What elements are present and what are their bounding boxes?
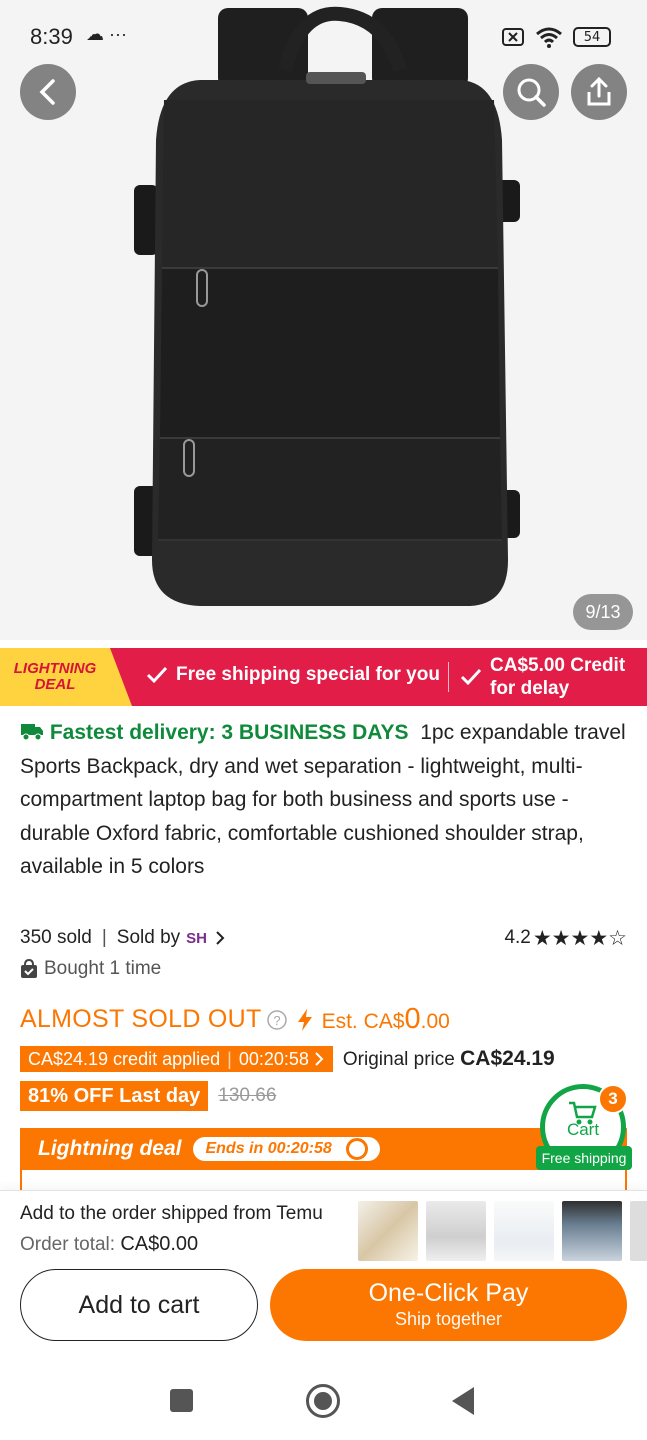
- sold-count: 350 sold: [20, 927, 92, 948]
- thumbnail-item[interactable]: [358, 1201, 418, 1261]
- thumbnail-item[interactable]: [630, 1201, 647, 1261]
- credit-applied: CA$24.19 credit applied: [28, 1048, 221, 1069]
- chevron-left-icon: [39, 79, 55, 105]
- bought-text: Bought 1 time: [44, 958, 162, 979]
- original-price: Original price CA$24.19: [343, 1047, 555, 1071]
- order-total-value: CA$0.00: [120, 1233, 199, 1255]
- credit-line2: for delay: [490, 678, 570, 699]
- original-price-value: CA$24.19: [460, 1047, 555, 1070]
- divider: |: [101, 927, 107, 948]
- lightning-deal-badge: LIGHTNING DEAL: [0, 648, 132, 706]
- sold-row: 350 sold | Sold by SH 4.2 ★★★★☆: [20, 926, 627, 950]
- cloud-icon: ☁ ···: [86, 24, 127, 44]
- lightning-deal-timer: Ends in 00:20:58: [193, 1137, 380, 1161]
- discount-row: 81% OFF Last day 130.66: [20, 1081, 276, 1111]
- recents-icon[interactable]: [170, 1389, 193, 1412]
- lightning-icon: [297, 1008, 312, 1031]
- fastest-delivery: Fastest delivery: 3 BUSINESS DAYS: [49, 721, 409, 744]
- star-rating-icon: ★★★★☆: [532, 926, 627, 950]
- badge-line2: DEAL: [34, 676, 76, 693]
- order-total: Order total: CA$0.00: [20, 1233, 198, 1256]
- status-time: 8:39: [30, 24, 73, 49]
- est-cents: .00: [420, 1010, 450, 1033]
- lightning-deal-title: Lightning deal: [38, 1137, 182, 1160]
- status-icons: 54: [501, 26, 611, 48]
- shopping-bag-icon: [21, 959, 37, 978]
- stock-row: ALMOST SOLD OUT ? Est. CA$ 0.00: [20, 1003, 450, 1036]
- wifi-icon: [536, 27, 562, 48]
- rating-value: 4.2: [504, 927, 531, 948]
- almost-sold-out: ALMOST SOLD OUT: [20, 1005, 262, 1033]
- check-icon: [146, 666, 168, 684]
- thumbnail-item[interactable]: [562, 1201, 622, 1261]
- cart-label: Cart: [566, 1120, 600, 1139]
- home-icon[interactable]: [306, 1384, 340, 1418]
- svg-text:?: ?: [273, 1013, 280, 1028]
- add-to-cart-button[interactable]: Add to cart: [20, 1269, 258, 1341]
- seller-logo[interactable]: SH: [186, 930, 207, 947]
- product-title: Fastest delivery: 3 BUSINESS DAYS 1pc ex…: [20, 716, 626, 884]
- free-shipping-text: Free shipping special for you: [176, 664, 440, 685]
- credit-promo: CA$5.00 Credit for delay: [460, 654, 625, 700]
- question-icon[interactable]: ?: [266, 1009, 288, 1031]
- est-prefix: Est. CA$: [321, 1010, 405, 1033]
- one-click-pay-button[interactable]: One-Click Pay Ship together: [270, 1269, 627, 1341]
- order-thumbnails[interactable]: [358, 1201, 647, 1261]
- credit-line1: CA$5.00 Credit: [490, 655, 626, 676]
- search-button[interactable]: [503, 64, 559, 120]
- thumbnail-item[interactable]: [426, 1201, 486, 1261]
- ship-from-text: Add to the order shipped from Temu: [20, 1203, 323, 1224]
- status-bar: 8:39 ☁ ··· 54: [0, 0, 647, 72]
- pill-divider: |: [227, 1048, 232, 1069]
- ends-text: Ends in 00:20:58: [205, 1140, 332, 1157]
- est-big: 0: [404, 1003, 421, 1035]
- promo-divider: [448, 662, 449, 692]
- share-icon: [587, 76, 611, 106]
- credit-timer: 00:20:58: [238, 1048, 309, 1069]
- credit-row: CA$24.19 credit applied | 00:20:58 Origi…: [20, 1046, 555, 1072]
- back-triangle-icon[interactable]: [452, 1387, 474, 1415]
- credit-applied-pill[interactable]: CA$24.19 credit applied | 00:20:58: [20, 1046, 333, 1072]
- original-label: Original price: [342, 1049, 455, 1070]
- cart-button[interactable]: Cart 3 Free shipping: [536, 1082, 632, 1178]
- pay-line1: One-Click Pay: [368, 1279, 529, 1307]
- pay-line2: Ship together: [394, 1309, 503, 1329]
- check-icon: [460, 668, 482, 686]
- battery-icon: 54: [573, 27, 611, 47]
- cart-free-shipping: Free shipping: [536, 1146, 632, 1170]
- product-title-text: 1pc expandable travel Sports Backpack, d…: [20, 721, 626, 878]
- chevron-right-icon[interactable]: [213, 929, 227, 947]
- cart-count-badge: 3: [598, 1084, 628, 1114]
- promo-bar[interactable]: LIGHTNING DEAL Free shipping special for…: [0, 648, 647, 706]
- badge-line1: LIGHTNING: [13, 660, 97, 677]
- bottom-action-bar: Add to the order shipped from Temu Order…: [0, 1190, 647, 1360]
- image-counter: 9/13: [573, 594, 633, 630]
- estimated-price: Est. CA$ 0.00: [322, 1003, 450, 1036]
- delivery-truck-icon: [21, 724, 43, 741]
- rating[interactable]: 4.2 ★★★★☆: [504, 926, 627, 950]
- sold-by-label[interactable]: Sold by: [117, 927, 180, 949]
- chevron-right-icon: [315, 1052, 324, 1066]
- system-nav-bar: [0, 1360, 647, 1440]
- clock-icon: [345, 1138, 368, 1160]
- thumbnail-item[interactable]: [494, 1201, 554, 1261]
- order-total-label: Order total:: [20, 1234, 116, 1255]
- bought-info: Bought 1 time: [20, 958, 161, 980]
- lightning-deal-header: Lightning deal Ends in 00:20:58: [22, 1128, 625, 1170]
- discount-badge: 81% OFF Last day: [20, 1081, 209, 1111]
- search-icon: [517, 78, 546, 107]
- share-button[interactable]: [571, 64, 627, 120]
- back-button[interactable]: [20, 64, 76, 120]
- strike-price: 130.66: [218, 1085, 277, 1106]
- no-sim-icon: [502, 28, 524, 46]
- free-shipping-promo: Free shipping special for you: [146, 664, 440, 686]
